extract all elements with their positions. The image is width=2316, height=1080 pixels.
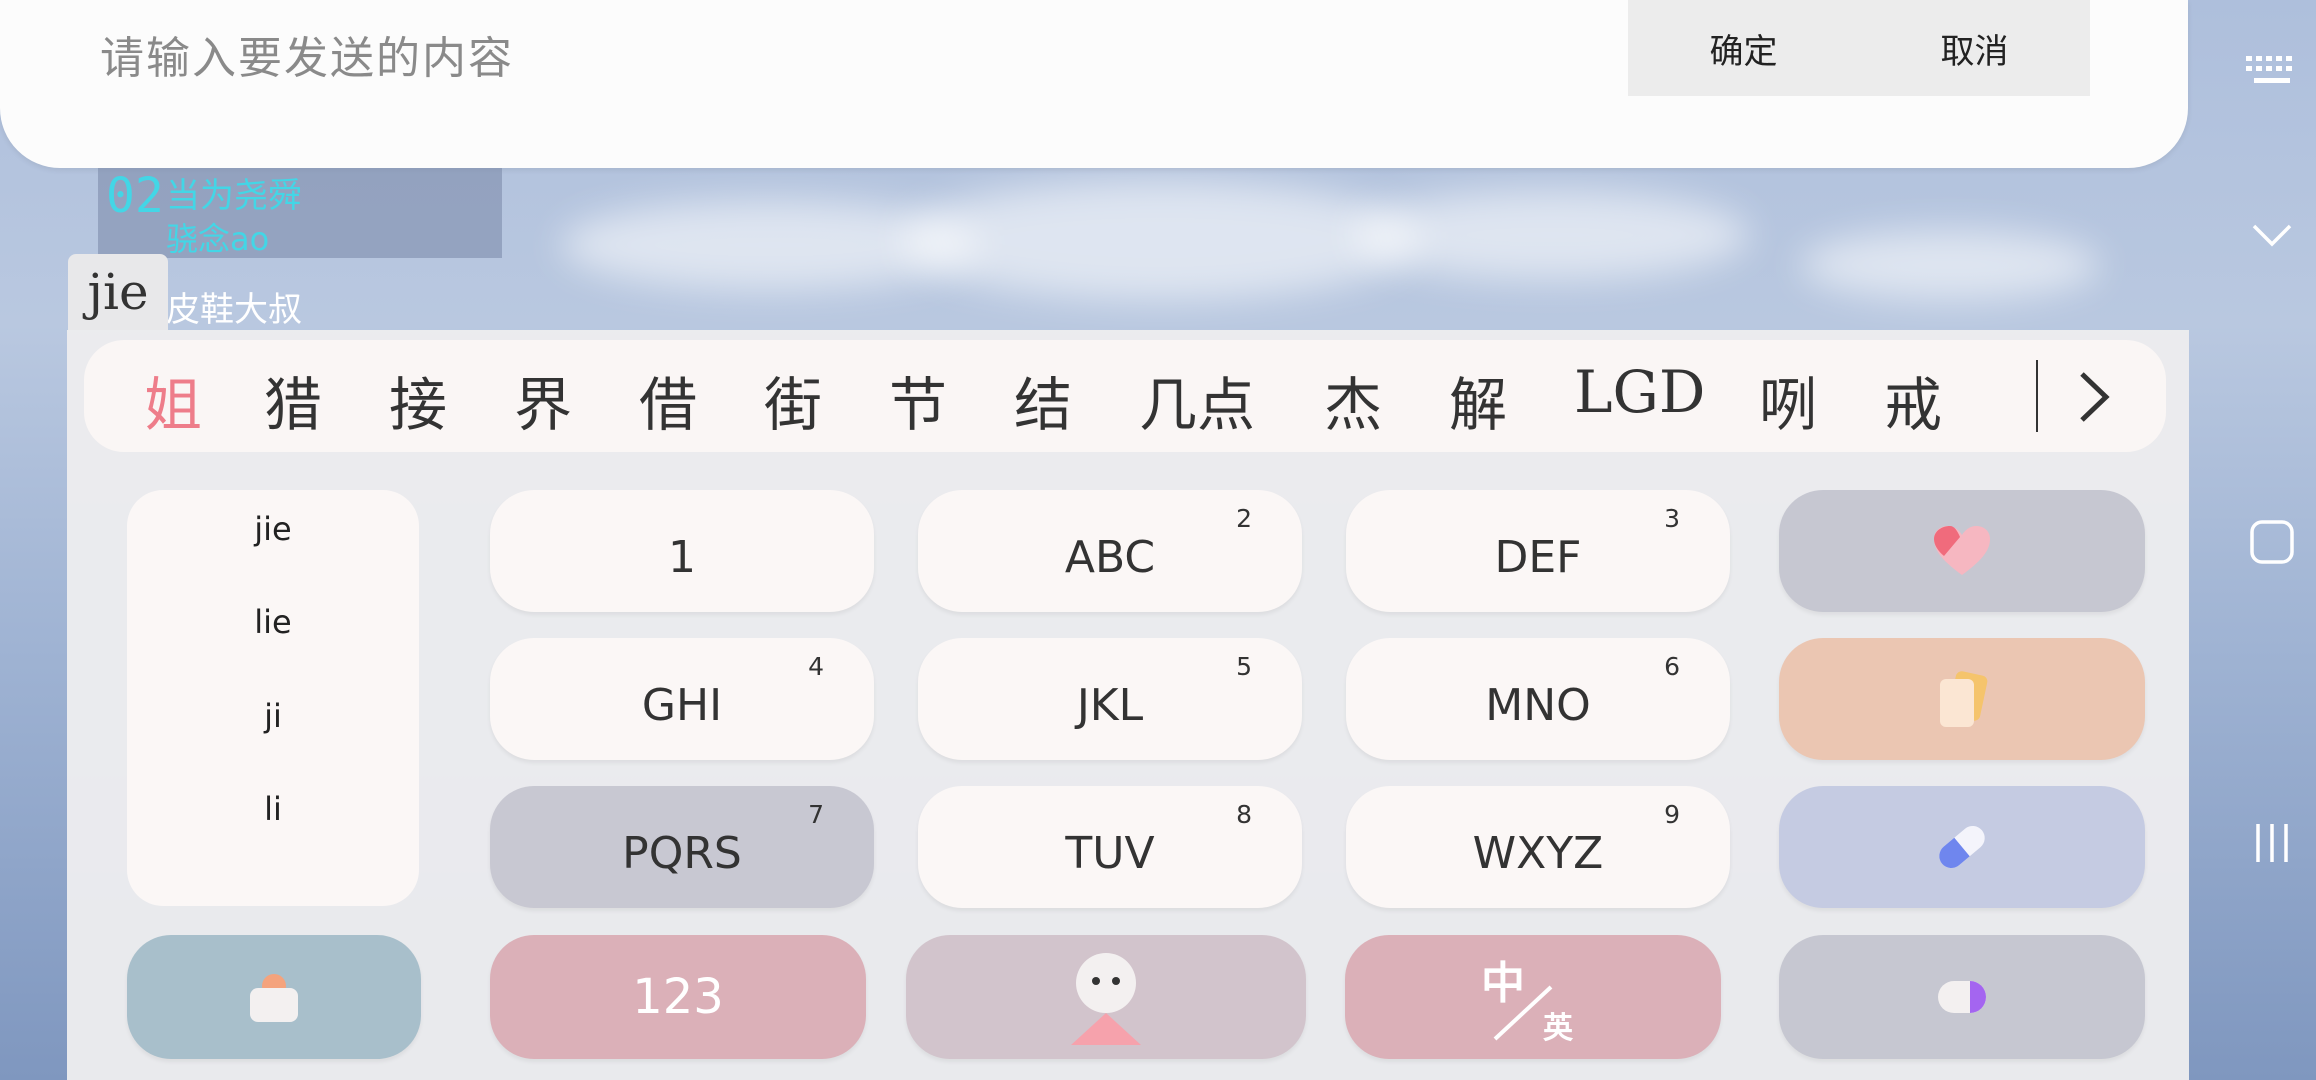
candidate-item[interactable]: 街 (764, 358, 822, 442)
toolbox-key[interactable] (1779, 786, 2145, 908)
candidate-divider (2036, 360, 2038, 432)
lang-switch-glyph: 中 英 (1473, 947, 1593, 1047)
candidate-item[interactable]: 几点 (1139, 358, 1255, 442)
heart-icon (1934, 526, 1990, 575)
keyboard-panel: 姐 猎 接 界 借 街 节 结 几点 杰 解 LGD 咧 戒 jie lie j… (67, 330, 2189, 1080)
favorites-key[interactable] (1779, 490, 2145, 612)
key-3-def[interactable]: DEF 3 (1346, 490, 1730, 612)
key-label: PQRS (622, 827, 742, 879)
candidate-item[interactable]: 解 (1449, 358, 1507, 442)
message-input[interactable]: 请输入要发送的内容 (100, 22, 514, 86)
key-9-wxyz[interactable]: WXYZ 9 (1346, 786, 1730, 908)
key-2-abc[interactable]: ABC 2 (918, 490, 1302, 612)
candidate-item[interactable]: 接 (389, 358, 447, 442)
home-icon[interactable] (2228, 518, 2316, 566)
key-1[interactable]: 1 (490, 490, 874, 612)
numbers-key[interactable]: 123 (490, 935, 866, 1059)
lyrics-overlay: 02 当为尧舜 骁念ao (98, 168, 502, 258)
key-number: 9 (1664, 800, 1680, 829)
lyrics-number: 02 (106, 168, 164, 224)
navigation-bar (2228, 0, 2316, 1080)
key-number: 2 (1236, 504, 1252, 533)
key-label: DEF (1494, 531, 1582, 583)
pinyin-option[interactable]: ji (127, 697, 419, 735)
candidate-item[interactable]: 节 (889, 358, 947, 442)
key-label: GHI (641, 679, 723, 731)
confirm-cancel-area: 确定 取消 (1628, 0, 2090, 96)
candidate-item[interactable]: 戒 (1884, 358, 1942, 442)
recent-apps-icon[interactable] (2228, 820, 2316, 866)
toggle-icon (1938, 981, 1986, 1013)
candidate-item[interactable]: 姐 (144, 358, 202, 442)
candidate-item[interactable]: 猎 (264, 358, 322, 442)
key-label: MNO (1485, 679, 1591, 731)
pinyin-options-list: jie lie ji li (127, 490, 419, 906)
lyrics-line: 骁念ao (166, 220, 270, 258)
candidate-bar: 姐 猎 接 界 借 街 节 结 几点 杰 解 LGD 咧 戒 (84, 340, 2166, 452)
input-bar: 请输入要发送的内容 确定 取消 (0, 0, 2188, 168)
more-candidates-icon[interactable] (2074, 370, 2114, 428)
key-label: WXYZ (1472, 827, 1604, 879)
candidate-item[interactable]: 界 (514, 358, 572, 442)
key-number: 8 (1236, 800, 1252, 829)
key-label: JKL (1076, 679, 1144, 731)
key-number: 4 (808, 652, 824, 681)
pinyin-option[interactable]: jie (127, 510, 419, 548)
key-6-mno[interactable]: MNO 6 (1346, 638, 1730, 760)
keyboard-icon[interactable] (2228, 54, 2316, 88)
candidate-item[interactable]: 结 (1014, 358, 1072, 442)
clipboard-key[interactable] (1779, 638, 2145, 760)
space-key[interactable] (906, 935, 1306, 1059)
key-label: 1 (668, 531, 696, 583)
cancel-button[interactable]: 取消 (1941, 24, 2009, 73)
candidate-item[interactable]: LGD (1574, 358, 1705, 426)
lyrics-line: 当为尧舜 (166, 176, 302, 216)
character-icon (1071, 953, 1141, 1045)
key-8-tuv[interactable]: TUV 8 (918, 786, 1302, 908)
composing-pinyin: jie (68, 254, 168, 330)
key-7-pqrs[interactable]: PQRS 7 (490, 786, 874, 908)
settings-toggle-key[interactable] (1779, 935, 2145, 1059)
key-label: 123 (632, 969, 724, 1025)
pinyin-option[interactable]: lie (127, 603, 419, 641)
key-number: 6 (1664, 652, 1680, 681)
key-number: 7 (808, 800, 824, 829)
cards-icon (1940, 671, 1988, 727)
collapse-keyboard-icon[interactable] (2228, 222, 2316, 250)
candidate-item[interactable]: 借 (639, 358, 697, 442)
candidate-item[interactable]: 咧 (1759, 358, 1817, 442)
confirm-button[interactable]: 确定 (1710, 24, 1778, 73)
key-number: 5 (1236, 652, 1252, 681)
pinyin-option[interactable]: li (127, 790, 419, 828)
key-5-jkl[interactable]: JKL 5 (918, 638, 1302, 760)
key-label: ABC (1064, 531, 1156, 583)
language-switch-key[interactable]: 中 英 (1345, 935, 1721, 1059)
candidate-item[interactable]: 杰 (1324, 358, 1382, 442)
basket-icon (250, 974, 298, 1022)
emoji-basket-key[interactable] (127, 935, 421, 1059)
key-label: TUV (1065, 827, 1155, 879)
key-4-ghi[interactable]: GHI 4 (490, 638, 874, 760)
lyrics-line: 皮鞋大叔 (166, 290, 302, 330)
key-number: 3 (1664, 504, 1680, 533)
pill-icon (1939, 826, 1985, 868)
